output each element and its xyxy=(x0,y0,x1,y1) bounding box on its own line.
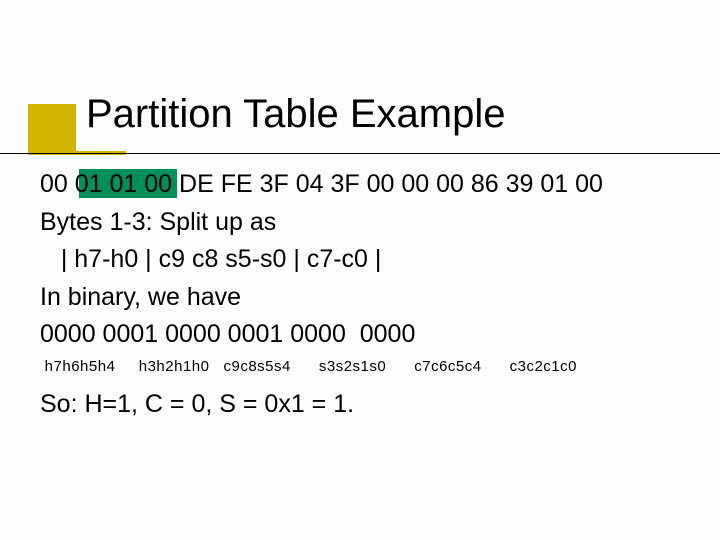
bytes-label: Bytes 1-3: Split up as xyxy=(40,204,680,242)
title-accent-square xyxy=(28,104,76,152)
slide-title: Partition Table Example xyxy=(86,92,506,137)
binary-value: 0000 0001 0000 0001 0000 0000 xyxy=(40,316,680,354)
binary-column-labels: h7h6h5h4 h3h2h1h0 c9c8s5s4 s3s2s1s0 c7c6… xyxy=(40,358,680,376)
bitfield-spec: | h7-h0 | c9 c8 s5-s0 | c7-c0 | xyxy=(40,241,680,279)
slide-body: 00 01 01 00 DE FE 3F 04 3F 00 00 00 86 3… xyxy=(40,166,680,423)
title-divider-line xyxy=(0,153,720,154)
binary-label: In binary, we have xyxy=(40,279,680,317)
hex-bytestring: 00 01 01 00 DE FE 3F 04 3F 00 00 00 86 3… xyxy=(40,166,680,204)
conclusion: So: H=1, C = 0, S = 0x1 = 1. xyxy=(40,386,680,424)
